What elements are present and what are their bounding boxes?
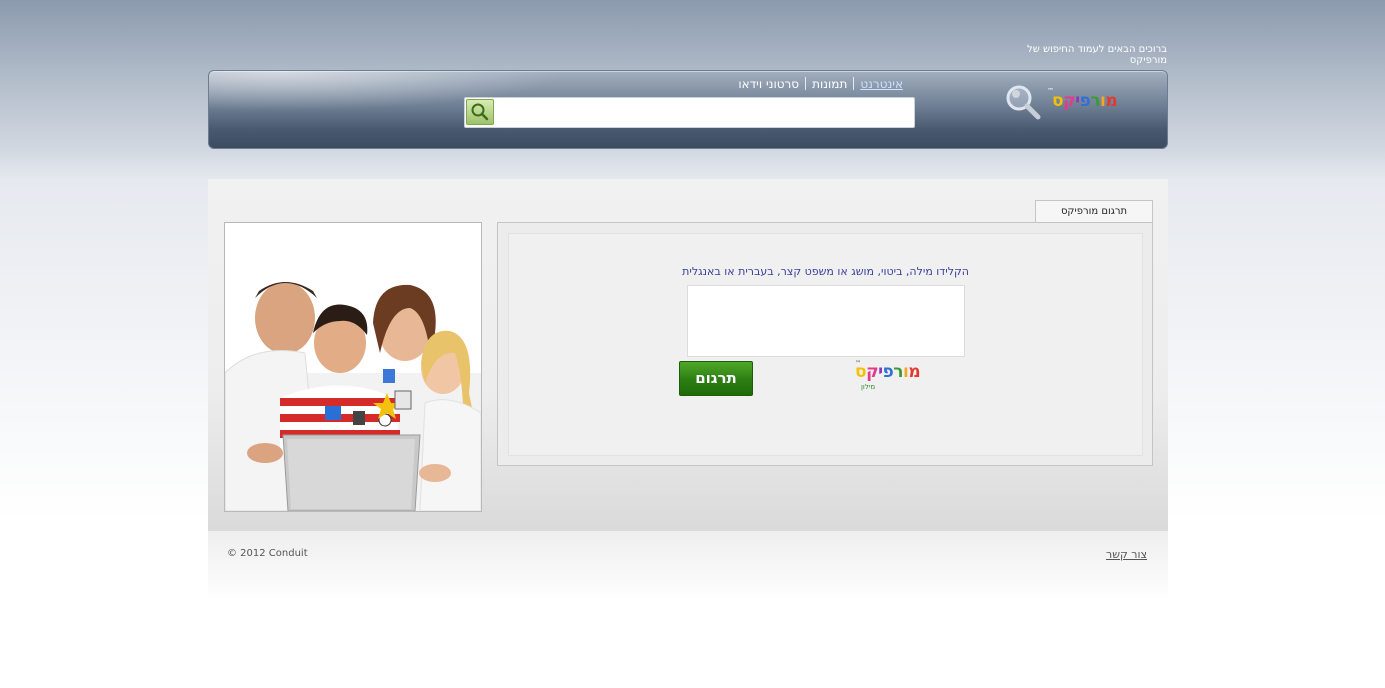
logo-letter: פ [882,362,894,382]
family-laptop-image [225,223,481,511]
nav-videos-link[interactable]: סרטוני וידאו [732,77,805,91]
footer: צור קשר © 2012 Conduit [208,531,1168,601]
logo-letter: מ [1105,91,1118,111]
logo-letter: ר [1090,91,1101,111]
copyright: © 2012 Conduit [227,548,308,559]
family-photo [224,222,482,512]
magnifier-icon [1006,85,1041,120]
header-bar: אינטרנטתמונותסרטוני וידאו ™ מורפיקס [208,70,1168,149]
translation-input[interactable] [687,285,965,357]
dictionary-logo-sub: מילון [861,383,876,391]
translate-button[interactable]: תרגום [679,361,753,396]
tab-morfix-translation[interactable]: תרגום מורפיקס [1035,200,1153,223]
logo-letter: ס [1052,91,1064,111]
logo-letter: פ [1079,91,1091,111]
dictionary-trademark: ™ [855,360,861,367]
nav-internet-link[interactable]: אינטרנט [854,77,909,91]
logo-letter: מ [908,362,921,382]
logo-letter: ק [1063,91,1076,111]
logo-letter: ק [866,362,879,382]
dictionary-logo-text: מורפיקס [855,362,921,382]
search-input[interactable] [464,97,915,128]
welcome-text: ברוכים הבאים לעמוד החיפוש של מורפיקס [1027,44,1167,66]
translation-instructions: הקלידו מילה, ביטוי, מושג או משפט קצר, בע… [682,265,969,278]
nav-images-link[interactable]: תמונות [806,77,853,91]
logo-text: מורפיקס [1052,91,1118,111]
search-type-nav: אינטרנטתמונותסרטוני וידאו [729,77,909,93]
translation-panel: הקלידו מילה, ביטוי, מושג או משפט קצר, בע… [497,222,1153,466]
contact-link[interactable]: צור קשר [1106,548,1147,561]
translation-inner: הקלידו מילה, ביטוי, מושג או משפט קצר, בע… [508,233,1143,456]
main-content: תרגום מורפיקס הקלידו מילה, ביטוי, מושג א… [208,179,1168,531]
search-button[interactable] [466,99,494,125]
search-icon [471,103,489,121]
morfix-logo[interactable]: ™ מורפיקס [1004,79,1144,125]
logo-letter: ר [893,362,904,382]
morfix-dictionary-logo: מורפיקס מילון ™ [855,360,967,396]
